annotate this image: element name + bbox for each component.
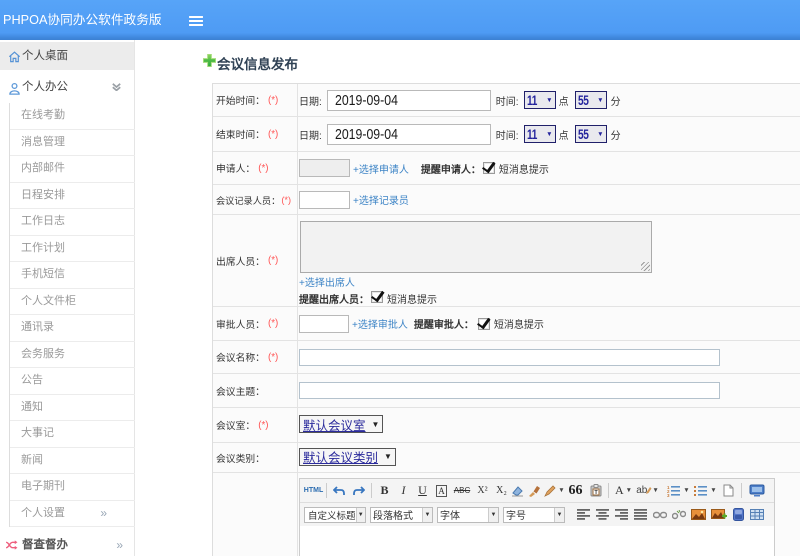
svg-text:3: 3 (667, 493, 670, 497)
